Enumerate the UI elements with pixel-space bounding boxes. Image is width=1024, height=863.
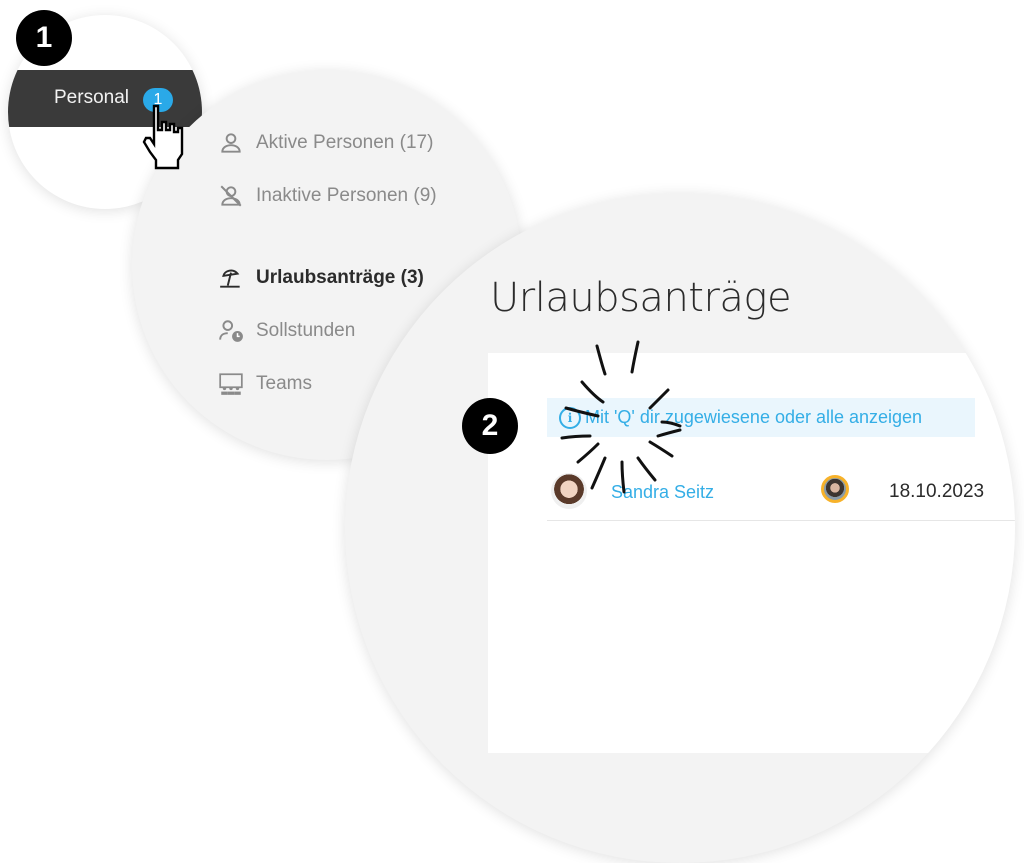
request-date: 18.10.2023 [889,481,985,502]
hand-cursor-icon [142,104,184,170]
filter-hint-bar[interactable]: i Mit 'Q' dir zugewiesene oder alle anze… [547,398,975,437]
menu-item-label: Sollstunden [256,320,356,341]
menu-item-aktive-personen[interactable]: Aktive Personen (17) [218,130,433,156]
menu-item-label: Urlaubsanträge (3) [256,267,424,288]
info-icon: i [559,406,581,429]
requests-card: i Mit 'Q' dir zugewiesene oder alle anze… [488,353,1015,753]
person-icon [221,133,241,153]
teams-icon [219,373,243,395]
menu-item-urlaubsantraege[interactable]: Urlaubsanträge (3) [218,265,424,291]
table-row[interactable]: Sandra Seitz 18.10.2023 [547,465,1015,521]
menu-item-teams[interactable]: Teams [218,371,312,397]
employee-name-link[interactable]: Sandra Seitz [611,482,714,503]
avatar [551,473,587,509]
approver-avatar [821,475,849,503]
beach-umbrella-icon [220,269,240,288]
step-marker-1: 1 [16,10,72,66]
filter-hint-text: Mit 'Q' dir zugewiesene oder alle anzeig… [585,407,923,427]
step-marker-2: 2 [462,398,518,454]
menu-item-label: Aktive Personen (17) [256,132,434,153]
page-title: Urlaubsanträge [490,275,792,321]
menu-item-sollstunden[interactable]: Sollstunden [218,318,355,344]
nav-item-label: Personal [54,87,129,108]
zoom-circle-main: Urlaubsanträge i Mit 'Q' dir zugewiesene… [345,193,1015,863]
menu-item-label: Inaktive Personen (9) [256,185,437,206]
menu-item-inaktive-personen[interactable]: Inaktive Personen (9) [218,183,437,209]
menu-item-label: Teams [256,373,312,394]
person-off-icon [220,185,242,207]
person-clock-icon [219,320,243,342]
